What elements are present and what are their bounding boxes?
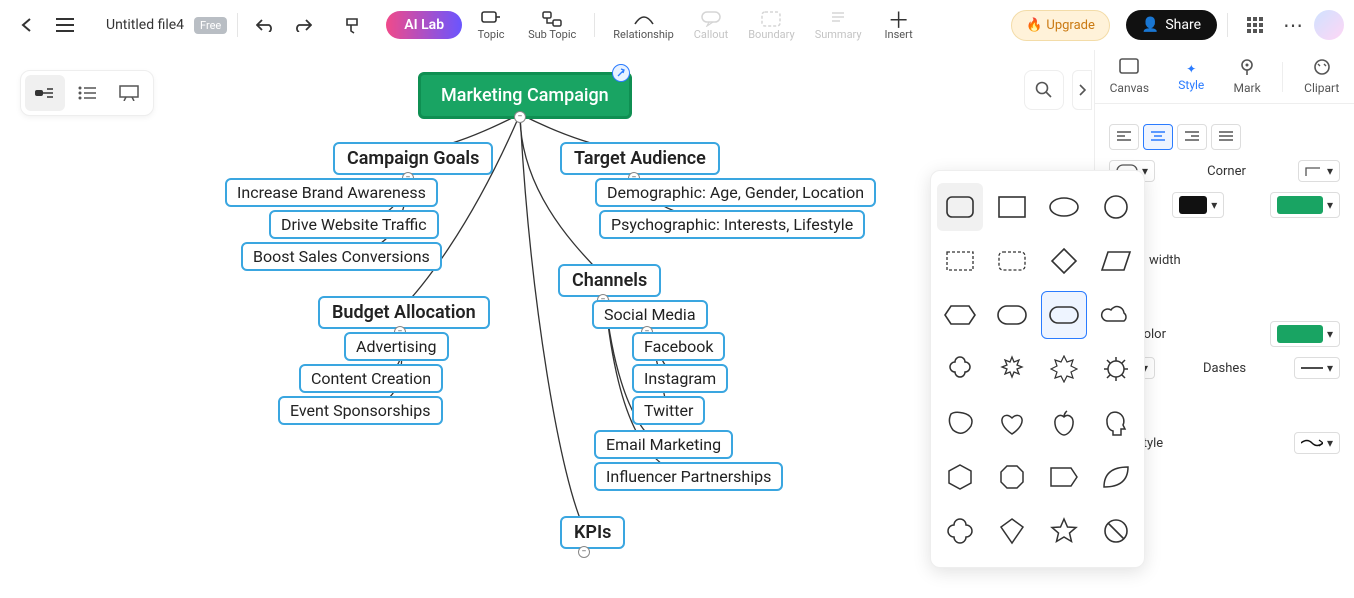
insert-button[interactable]: ＋Insert [874,2,924,48]
target-audience-node[interactable]: Target Audience [560,142,720,175]
avatar[interactable] [1314,10,1344,40]
shape-rounded-rect[interactable] [937,183,983,231]
shape-tag[interactable] [1041,453,1087,501]
shape-stadium[interactable] [989,291,1035,339]
budget-events[interactable]: Event Sponsorships [278,396,443,425]
shape-leaf[interactable] [1093,453,1139,501]
shape-ellipse[interactable] [1041,183,1087,231]
collapse-toggle[interactable]: − [514,111,526,123]
ai-badge-icon[interactable] [612,64,630,82]
shape-starburst[interactable] [1041,345,1087,393]
shape-parallelogram[interactable] [1093,237,1139,285]
shape-gear[interactable] [1093,345,1139,393]
shape-dashed-rect[interactable] [937,237,983,285]
channel-facebook[interactable]: Facebook [632,332,725,361]
relationship-button[interactable]: Relationship [605,2,681,48]
shape-cloud[interactable] [1093,291,1139,339]
channel-influencer[interactable]: Influencer Partnerships [594,462,783,491]
shape-hexagon-h[interactable] [937,291,983,339]
shape-apple[interactable] [1041,399,1087,447]
share-button[interactable]: 👤Share [1126,10,1217,40]
channels-node[interactable]: Channels [558,264,661,297]
shape-circle[interactable] [1093,183,1139,231]
root-node[interactable]: Marketing Campaign [418,72,632,119]
subtopic-button[interactable]: Sub Topic [520,2,584,48]
audience-psychographic[interactable]: Psychographic: Interests, Lifestyle [599,210,865,239]
budget-content[interactable]: Content Creation [299,364,443,393]
separator [237,13,238,37]
callout-button: Callout [686,2,736,48]
shape-dashed-rounded[interactable] [989,237,1035,285]
shape-hexagon[interactable] [937,453,983,501]
shape-burst[interactable] [989,345,1035,393]
redo-button[interactable] [286,8,320,42]
goal-node-traffic[interactable]: Drive Website Traffic [269,210,439,239]
apps-grid-button[interactable] [1238,8,1272,42]
boundary-button: Boundary [740,2,802,48]
channel-instagram[interactable]: Instagram [632,364,728,393]
fire-icon: 🔥 [1026,18,1042,33]
channel-twitter[interactable]: Twitter [632,396,705,425]
person-icon: 👤 [1142,17,1159,33]
channel-email[interactable]: Email Marketing [594,430,733,459]
free-badge: Free [194,17,227,34]
budget-node[interactable]: Budget Allocation [318,296,490,329]
upgrade-button[interactable]: 🔥Upgrade [1011,10,1110,41]
channel-social[interactable]: Social Media [592,300,708,329]
shape-octagon[interactable] [989,453,1035,501]
menu-button[interactable] [48,8,82,42]
topic-button[interactable]: Topic [466,2,516,48]
goal-node-awareness[interactable]: Increase Brand Awareness [225,178,438,207]
kpis-node[interactable]: KPIs [560,516,625,549]
audience-demographic[interactable]: Demographic: Age, Gender, Location [595,178,876,207]
campaign-goals-node[interactable]: Campaign Goals [333,142,493,175]
shape-flower[interactable] [937,345,983,393]
summary-button: Summary [807,2,870,48]
back-button[interactable] [10,8,44,42]
ai-lab-button[interactable]: AI Lab [386,11,462,39]
format-painter-button[interactable] [336,8,370,42]
undo-button[interactable] [248,8,282,42]
goal-node-conversions[interactable]: Boost Sales Conversions [241,242,442,271]
budget-advertising[interactable]: Advertising [344,332,449,361]
more-button[interactable]: ⋯ [1276,8,1310,42]
shape-diamond[interactable] [1041,237,1087,285]
shape-heart[interactable] [989,399,1035,447]
shape-rect[interactable] [989,183,1035,231]
shape-picker-popover [930,170,1145,568]
shape-blob[interactable] [937,399,983,447]
shape-head[interactable] [1093,399,1139,447]
shape-pill[interactable] [1041,291,1087,339]
file-name[interactable]: Untitled file4 [106,17,184,33]
